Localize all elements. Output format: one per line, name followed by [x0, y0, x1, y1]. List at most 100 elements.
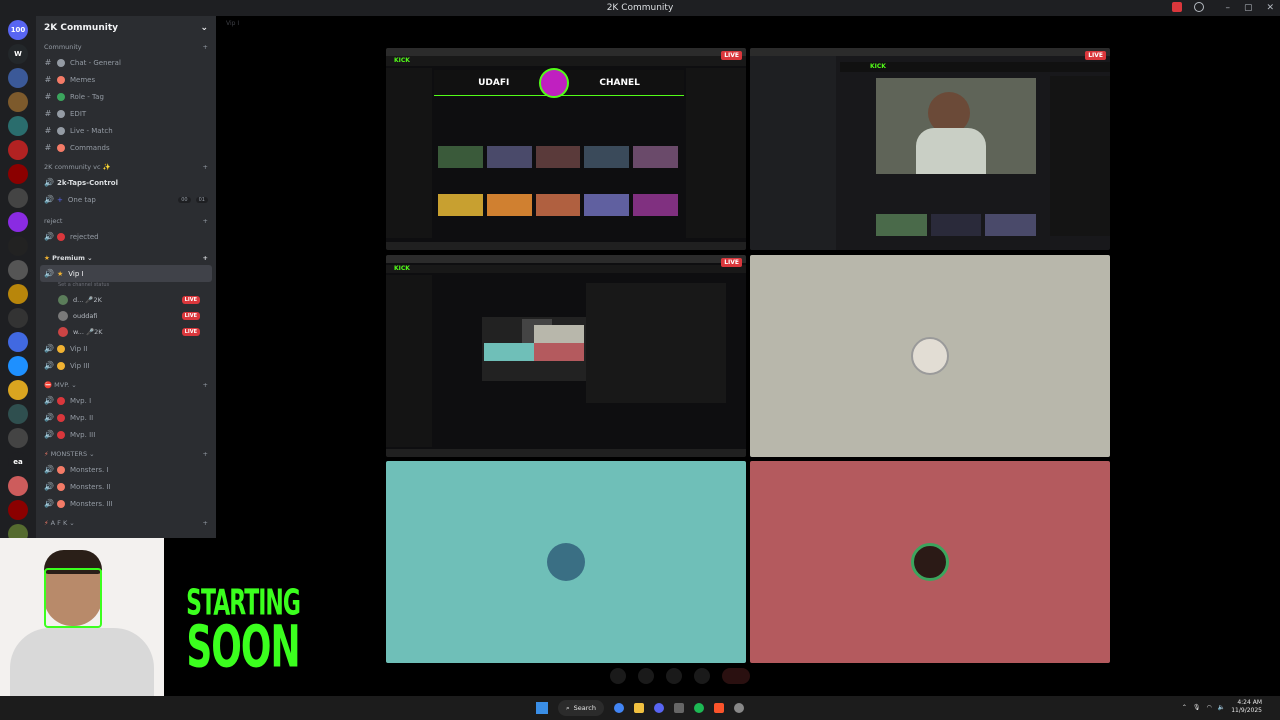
- add-channel-icon[interactable]: +: [203, 43, 208, 51]
- activity-icon[interactable]: [694, 668, 710, 684]
- server-icon-server-g[interactable]: [8, 212, 28, 232]
- disconnect-button[interactable]: [722, 668, 750, 684]
- brave-icon[interactable]: [713, 703, 724, 713]
- browser-icon[interactable]: [613, 703, 624, 713]
- voice-channel-rejected[interactable]: 🔊 rejected: [36, 228, 216, 245]
- inbox-icon[interactable]: [1172, 2, 1182, 12]
- spotify-icon[interactable]: [693, 703, 704, 713]
- server-icon-server-h[interactable]: [8, 236, 28, 256]
- add-channel-icon[interactable]: +: [203, 254, 208, 262]
- help-icon[interactable]: [1194, 2, 1204, 12]
- channel-vip-ii[interactable]: 🔊 Vip II: [36, 340, 216, 357]
- stream-tile-3[interactable]: KICK LIVE: [386, 255, 746, 457]
- chevron-down-icon: ⌄: [200, 23, 208, 33]
- category-community[interactable]: Community +: [36, 40, 216, 54]
- category-afk[interactable]: ⚡ A F K ⌄ +: [36, 516, 216, 530]
- server-icon-server-k[interactable]: [8, 308, 28, 328]
- channel-mvp-ii[interactable]: 🔊 Mvp. II: [36, 409, 216, 426]
- server-icon-server-e[interactable]: [8, 164, 28, 184]
- add-channel-icon[interactable]: +: [203, 381, 208, 389]
- channel-mvp-i[interactable]: 🔊 Mvp. I: [36, 392, 216, 409]
- wifi-icon[interactable]: ◠: [1207, 704, 1212, 711]
- voice-channel-vip-i[interactable]: 🔊 ★ Vip I: [40, 265, 212, 282]
- server-icon-server-n[interactable]: [8, 380, 28, 400]
- kick-chat: [686, 68, 746, 238]
- discord-icon[interactable]: [653, 703, 664, 713]
- server-icon-server-d[interactable]: [8, 140, 28, 160]
- voice-channel-one-tap[interactable]: 🔊 + One tap 00 01: [36, 191, 216, 208]
- server-icon-server-a[interactable]: [8, 68, 28, 88]
- voice-member[interactable]: ouddafi LIVE: [36, 308, 216, 324]
- category-monsters[interactable]: ⚡ MONSTERS ⌄ +: [36, 447, 216, 461]
- server-icon-server-r[interactable]: [8, 500, 28, 520]
- channel-status[interactable]: Set a channel status: [36, 282, 216, 292]
- category-premium[interactable]: ★ Premium ⌄ +: [36, 251, 216, 265]
- channel-label: Commands: [70, 143, 110, 152]
- add-channel-icon[interactable]: +: [203, 163, 208, 171]
- server-icon-server-q[interactable]: [8, 476, 28, 496]
- channel-label: Mvp. I: [70, 396, 92, 405]
- category-reject[interactable]: reject +: [36, 214, 216, 228]
- file-explorer-icon[interactable]: [633, 703, 644, 713]
- server-icon-server-b[interactable]: [8, 92, 28, 112]
- channel-live-match[interactable]: # Live - Match: [36, 122, 216, 139]
- screen-share-icon[interactable]: [666, 668, 682, 684]
- camera-icon[interactable]: [638, 668, 654, 684]
- channel-monsters-ii[interactable]: 🔊 Monsters. II: [36, 478, 216, 495]
- close-icon[interactable]: ✕: [1266, 3, 1274, 13]
- maximize-icon[interactable]: ▢: [1244, 3, 1253, 13]
- participant-tile-1[interactable]: [750, 255, 1110, 457]
- server-icon-server-f[interactable]: [8, 188, 28, 208]
- stream-tile-1[interactable]: KICK UDAFI CHANEL LIVE: [386, 48, 746, 250]
- voice-member[interactable]: w... 🎤2K LIVE: [36, 324, 216, 340]
- volume-icon[interactable]: 🔈: [1218, 704, 1225, 711]
- mic-icon[interactable]: [610, 668, 626, 684]
- add-channel-icon[interactable]: +: [203, 217, 208, 225]
- server-icon-server-o[interactable]: [8, 404, 28, 424]
- voice-member[interactable]: d... 🎤2K LIVE: [36, 292, 216, 308]
- nested-preview: [482, 317, 586, 381]
- channel-role-tag[interactable]: # Role - Tag: [36, 88, 216, 105]
- channel-monsters-i[interactable]: 🔊 Monsters. I: [36, 461, 216, 478]
- participant-tile-3[interactable]: [750, 461, 1110, 663]
- channel-vip-iii[interactable]: 🔊 Vip III: [36, 357, 216, 374]
- minimize-icon[interactable]: –: [1225, 3, 1230, 13]
- clock[interactable]: 4:24 AM 11/9/2025: [1231, 699, 1262, 715]
- app-icon[interactable]: [673, 703, 684, 713]
- add-channel-icon[interactable]: +: [203, 450, 208, 458]
- speaker-icon: 🔊: [44, 430, 54, 439]
- category-mvp[interactable]: ⛔ MVP. ⌄ +: [36, 378, 216, 392]
- channel-label: rejected: [70, 232, 99, 241]
- channel-commands[interactable]: # Commands: [36, 139, 216, 156]
- search-label: Search: [573, 704, 596, 712]
- chevron-up-icon[interactable]: ⌃: [1182, 704, 1187, 711]
- channel-monsters-iii[interactable]: 🔊 Monsters. III: [36, 495, 216, 512]
- server-icon-server-w[interactable]: W: [8, 44, 28, 64]
- server-icon-server-m[interactable]: [8, 356, 28, 376]
- server-icon-direct-messages[interactable]: 100: [8, 20, 28, 40]
- category-label: 2K community vc ✨: [44, 163, 111, 171]
- server-icon-server-l[interactable]: [8, 332, 28, 352]
- mic-icon[interactable]: 🎙: [1193, 704, 1201, 711]
- add-channel-icon[interactable]: +: [203, 519, 208, 527]
- server-icon-server-j[interactable]: [8, 284, 28, 304]
- server-icon-server-p[interactable]: [8, 428, 28, 448]
- server-icon-server-ea[interactable]: ea: [8, 452, 28, 472]
- voice-channel-2k-taps-control[interactable]: 🔊 2k-Taps-Control: [36, 174, 216, 191]
- windows-start-icon[interactable]: [536, 702, 548, 714]
- speaker-icon: 🔊: [44, 465, 54, 474]
- category-vc[interactable]: 2K community vc ✨ +: [36, 160, 216, 174]
- taskbar-search[interactable]: ⌕ Search: [558, 700, 604, 716]
- channel-edit[interactable]: # EDIT: [36, 105, 216, 122]
- guild-header[interactable]: 2K Community ⌄: [36, 16, 216, 40]
- channel-chat-general[interactable]: # Chat - General: [36, 54, 216, 71]
- server-icon-server-i[interactable]: [8, 260, 28, 280]
- no-entry-icon: [57, 232, 65, 241]
- participant-tile-2[interactable]: [386, 461, 746, 663]
- settings-icon[interactable]: [733, 703, 744, 713]
- server-icon-server-s[interactable]: [8, 524, 28, 538]
- channel-mvp-iii[interactable]: 🔊 Mvp. III: [36, 426, 216, 443]
- server-icon-server-c[interactable]: [8, 116, 28, 136]
- stream-tile-2[interactable]: KICK LIVE: [750, 48, 1110, 250]
- channel-memes[interactable]: # Memes: [36, 71, 216, 88]
